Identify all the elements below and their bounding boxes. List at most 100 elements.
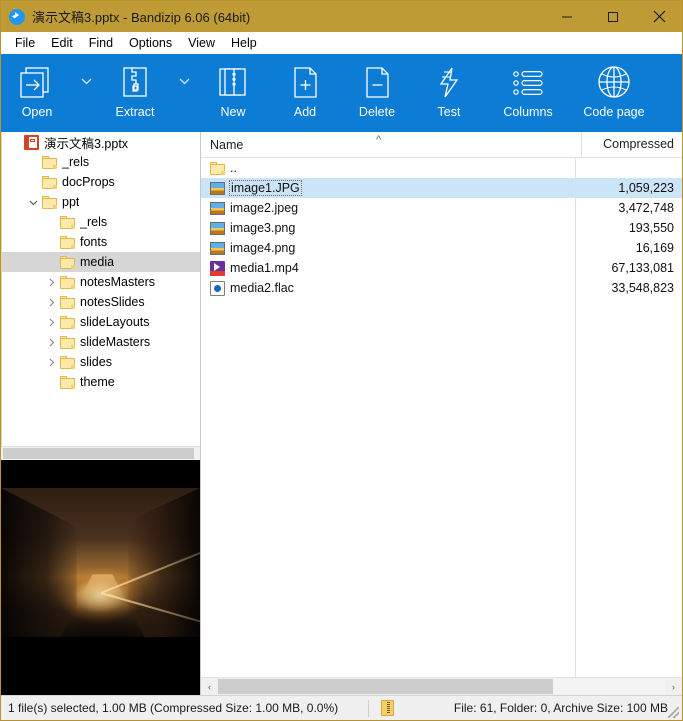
toolbar-new-button[interactable]: New (197, 54, 269, 132)
open-dropdown-caret-icon[interactable] (73, 54, 99, 132)
toolbar-codepage-label: Code page (583, 106, 644, 119)
bandizip-logo-icon (9, 9, 25, 25)
globe-codepage-icon (596, 62, 632, 104)
tree-twisty-collapsed-icon[interactable] (42, 318, 60, 327)
file-name-label: image3.png (230, 221, 295, 235)
preview-building-right (128, 488, 200, 637)
file-name-cell: media2.flac (201, 281, 581, 296)
file-row[interactable]: .. (201, 158, 682, 178)
scroll-track[interactable] (218, 679, 665, 694)
tree-item-slidemasters[interactable]: slideMasters (2, 332, 200, 352)
tree-item-label: theme (80, 375, 115, 389)
menu-options[interactable]: Options (121, 34, 180, 52)
menu-file[interactable]: File (7, 34, 43, 52)
tree-twisty-collapsed-icon[interactable] (42, 338, 60, 347)
toolbar-extract-button[interactable]: Extract (99, 54, 171, 132)
menu-edit[interactable]: Edit (43, 34, 81, 52)
file-compressed-size: 3,472,748 (581, 201, 682, 215)
new-archive-icon (216, 62, 250, 104)
window-title: 演示文稿3.pptx - Bandizip 6.06 (64bit) (32, 7, 250, 26)
tree-scroll-thumb[interactable] (3, 448, 194, 459)
tree-item-label: slides (80, 355, 112, 369)
file-row[interactable]: image2.jpeg3,472,748 (201, 198, 682, 218)
toolbar-codepage-button[interactable]: Code page (571, 54, 657, 132)
lightning-test-icon (432, 62, 466, 104)
file-list[interactable]: ..image1.JPG1,059,223image2.jpeg3,472,74… (201, 158, 682, 677)
file-preview-pane (1, 460, 200, 695)
file-row[interactable]: media1.mp467,133,081 (201, 258, 682, 278)
tree-item-_rels[interactable]: _rels (2, 212, 200, 232)
tree-twisty-collapsed-icon[interactable] (42, 358, 60, 367)
extract-zip-icon (118, 62, 152, 104)
file-row[interactable]: image1.JPG1,059,223 (201, 178, 682, 198)
folder-icon (210, 162, 225, 175)
toolbar-open-button[interactable]: Open (1, 54, 73, 132)
tree-twisty-collapsed-icon[interactable] (42, 298, 60, 307)
tree-item-_rels[interactable]: _rels (2, 152, 200, 172)
close-button[interactable] (636, 1, 682, 32)
minimize-button[interactable] (544, 1, 590, 32)
file-compressed-size: 67,133,081 (581, 261, 682, 275)
preview-building-left (1, 488, 77, 637)
tree-item-notesmasters[interactable]: notesMasters (2, 272, 200, 292)
extract-dropdown-caret-icon[interactable] (171, 54, 197, 132)
menu-view[interactable]: View (180, 34, 223, 52)
window-controls (544, 1, 682, 32)
column-header-compressed[interactable]: Compressed (581, 132, 682, 157)
tree-twisty-collapsed-icon[interactable] (42, 278, 60, 287)
tree-item-ppt[interactable]: ppt (2, 192, 200, 212)
status-selection-text: 1 file(s) selected, 1.00 MB (Compressed … (1, 701, 338, 715)
tree-item-label: ppt (62, 195, 79, 209)
column-header-name-label: Name (210, 138, 243, 152)
file-name-cell: media1.mp4 (201, 261, 581, 276)
resize-grip-icon[interactable] (668, 707, 679, 718)
folder-icon (42, 196, 57, 209)
file-list-horizontal-scrollbar[interactable]: ‹ › (201, 677, 682, 695)
tree-item-label: _rels (80, 215, 107, 229)
toolbar-add-label: Add (294, 106, 316, 119)
tree-twisty-expanded-icon[interactable] (24, 198, 42, 207)
pptx-file-icon (24, 135, 39, 150)
file-name-cell: image4.png (201, 241, 581, 255)
tree-item-label: fonts (80, 235, 107, 249)
tree-item-label: 演示文稿3.pptx (44, 133, 128, 152)
tree-horizontal-scrollbar[interactable] (1, 446, 200, 460)
tree-item-3pptx[interactable]: 演示文稿3.pptx (2, 132, 200, 152)
column-header-name[interactable]: Name ^ (201, 138, 581, 152)
folder-icon (42, 176, 57, 189)
tree-item-media[interactable]: media (2, 252, 200, 272)
image-file-icon (210, 202, 225, 215)
toolbar-new-label: New (220, 106, 245, 119)
tree-item-label: slideMasters (80, 335, 150, 349)
toolbar-delete-button[interactable]: Delete (341, 54, 413, 132)
menu-find[interactable]: Find (81, 34, 121, 52)
file-compressed-size: 193,550 (581, 221, 682, 235)
toolbar-open-label: Open (22, 106, 53, 119)
toolbar-add-button[interactable]: Add (269, 54, 341, 132)
toolbar-test-button[interactable]: Test (413, 54, 485, 132)
toolbar-extract-label: Extract (116, 106, 155, 119)
tree-item-notesslides[interactable]: notesSlides (2, 292, 200, 312)
file-name-label: media2.flac (230, 281, 294, 295)
folder-icon (60, 236, 75, 249)
toolbar-columns-label: Columns (503, 106, 552, 119)
tree-item-theme[interactable]: theme (2, 372, 200, 392)
file-row[interactable]: image4.png16,169 (201, 238, 682, 258)
scroll-left-arrow-icon[interactable]: ‹ (201, 678, 218, 695)
folder-tree[interactable]: 演示文稿3.pptx_relsdocPropsppt_relsfontsmedi… (1, 132, 200, 446)
maximize-button[interactable] (590, 1, 636, 32)
folder-icon (60, 216, 75, 229)
tree-item-docprops[interactable]: docProps (2, 172, 200, 192)
menu-help[interactable]: Help (223, 34, 265, 52)
tree-item-slides[interactable]: slides (2, 352, 200, 372)
scroll-right-arrow-icon[interactable]: › (665, 678, 682, 695)
toolbar-columns-button[interactable]: Columns (485, 54, 571, 132)
delete-file-icon (360, 62, 394, 104)
scroll-thumb[interactable] (218, 679, 553, 694)
tree-item-slidelayouts[interactable]: slideLayouts (2, 312, 200, 332)
file-list-header: Name ^ Compressed (201, 132, 682, 158)
file-row[interactable]: media2.flac33,548,823 (201, 278, 682, 298)
tree-item-fonts[interactable]: fonts (2, 232, 200, 252)
tree-item-label: docProps (62, 175, 115, 189)
file-row[interactable]: image3.png 193,550 (201, 218, 682, 238)
